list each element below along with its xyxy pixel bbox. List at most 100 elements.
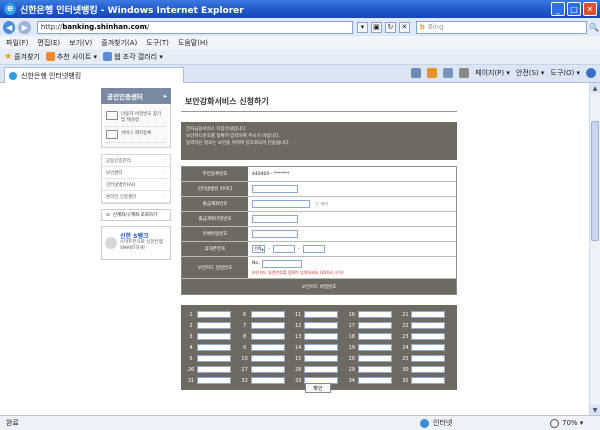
page-menu[interactable]: 페이지(P) ▾: [475, 68, 510, 78]
favorites-button[interactable]: ★ 즐겨찾기: [4, 52, 40, 62]
security-zone[interactable]: 인터넷: [420, 418, 452, 428]
form-label: 인터넷뱅킹 아이디: [182, 182, 248, 196]
card-code-input[interactable]: [250, 322, 285, 329]
scroll-down-button[interactable]: ▼: [590, 405, 600, 415]
sbank-banner[interactable]: 신한 S뱅크 스마트폰으로 신한은행 SMART하게!: [101, 226, 171, 260]
card-code-input[interactable]: [250, 377, 285, 384]
card-code-input[interactable]: [197, 377, 231, 384]
card-cell: 34: [346, 377, 400, 384]
card-serial-input[interactable]: [262, 259, 303, 268]
search-icon[interactable]: 🔍: [589, 21, 600, 33]
minimize-button[interactable]: _: [551, 2, 565, 16]
menu-view[interactable]: 보기(V): [69, 38, 92, 48]
tools-menu[interactable]: 도구(O) ▾: [550, 68, 580, 78]
card-code-input[interactable]: [357, 377, 392, 384]
account-password-input[interactable]: [252, 215, 298, 223]
card-code-input[interactable]: [304, 355, 339, 362]
card-cell: 7: [239, 322, 293, 329]
phone-icon: [105, 237, 117, 249]
mail-icon[interactable]: [443, 68, 454, 78]
fav-web-slice-gallery[interactable]: 웹 조각 갤러리 ▾: [103, 52, 163, 62]
card-code-input[interactable]: [304, 322, 339, 329]
card-code-input[interactable]: [411, 322, 446, 329]
card-code-input[interactable]: [250, 311, 285, 318]
safety-menu[interactable]: 안전(S) ▾: [516, 68, 545, 78]
url-input[interactable]: http://banking.shinhan.com /: [36, 20, 353, 34]
fav-suggested-sites[interactable]: 추천 사이트 ▾: [45, 52, 97, 62]
compat-icon[interactable]: ▣: [370, 21, 382, 33]
account-note: - 는 제외: [313, 201, 329, 206]
vertical-scrollbar[interactable]: ▲ ▼: [589, 83, 600, 415]
sidebar-link[interactable]: 공동인증관리 ›: [102, 155, 170, 167]
phone-last-input[interactable]: [302, 245, 325, 253]
form-label: 이체비밀번호: [182, 227, 248, 241]
sidebar-feature-cancel[interactable]: 서비스 해지등록: [106, 127, 166, 143]
account-input[interactable]: [252, 200, 310, 208]
card-code-input[interactable]: [197, 366, 231, 373]
card-code-input[interactable]: [357, 311, 392, 318]
card-number: 5: [189, 355, 193, 362]
card-code-input[interactable]: [304, 333, 339, 340]
card-code-input[interactable]: [304, 344, 339, 351]
tab-shinhan[interactable]: 신한은행 인터넷뱅킹: [4, 67, 184, 83]
print-icon[interactable]: [459, 68, 470, 78]
card-code-input[interactable]: [357, 322, 392, 329]
card-code-input[interactable]: [250, 344, 285, 351]
confirm-button[interactable]: 확인: [305, 383, 331, 393]
card-code-input[interactable]: [304, 311, 339, 318]
card-code-input[interactable]: [411, 311, 446, 318]
card-code-input[interactable]: [197, 355, 231, 362]
zoom-control[interactable]: 70% ▾: [550, 418, 584, 428]
card-code-input[interactable]: [197, 344, 231, 351]
card-code-input[interactable]: [197, 322, 231, 329]
card-code-input[interactable]: [250, 333, 285, 340]
card-code-input[interactable]: [357, 355, 392, 362]
card-code-input[interactable]: [357, 333, 392, 340]
back-button[interactable]: ◀: [3, 20, 16, 34]
card-code-input[interactable]: [357, 344, 392, 351]
transfer-password-input[interactable]: [252, 230, 298, 238]
card-code-input[interactable]: [250, 366, 285, 373]
forward-button[interactable]: ▶: [18, 20, 31, 34]
zoom-level: 70% ▾: [562, 419, 584, 427]
card-code-input[interactable]: [250, 355, 285, 362]
rss-icon[interactable]: [427, 68, 438, 78]
scroll-up-button[interactable]: ▲: [590, 83, 600, 93]
card-code-input[interactable]: [197, 311, 231, 318]
refresh-icon[interactable]: ↻: [384, 21, 396, 33]
phone-middle-input[interactable]: [273, 245, 296, 253]
menu-favorites[interactable]: 즐겨찾기(A): [101, 38, 137, 48]
account-lookup-label: 신계좌/구계좌 조회하기: [112, 213, 158, 218]
card-code-input[interactable]: [411, 377, 446, 384]
card-code-input[interactable]: [357, 366, 392, 373]
sidebar-link[interactable]: 인터넷뱅킹FAQ ›: [102, 179, 170, 191]
sidebar-feature-password[interactable]: 이용자 비밀번호 찾기 및 재설정: [106, 108, 166, 127]
card-code-input[interactable]: [411, 366, 446, 373]
card-code-input[interactable]: [304, 366, 339, 373]
search-input[interactable]: b Bing: [415, 20, 587, 34]
account-lookup-button[interactable]: ⊙ 신계좌/구계좌 조회하기: [101, 209, 171, 221]
sidebar-header[interactable]: 공인인증센터 ▸: [101, 88, 171, 104]
phone-prefix-select[interactable]: 선택 ▾: [252, 245, 266, 253]
card-code-input[interactable]: [197, 333, 231, 340]
stop-icon[interactable]: ✕: [398, 21, 410, 33]
sidebar-link[interactable]: 온라인 인증센터 ›: [102, 191, 170, 203]
menu-help[interactable]: 도움말(H): [178, 38, 208, 48]
card-cell: 6: [239, 311, 293, 318]
menu-file[interactable]: 파일(F): [6, 38, 28, 48]
close-button[interactable]: ✕: [583, 2, 597, 16]
home-icon[interactable]: [411, 68, 422, 78]
card-code-input[interactable]: [411, 355, 446, 362]
card-cell: 12: [292, 322, 346, 329]
card-code-input[interactable]: [411, 333, 446, 340]
scroll-thumb[interactable]: [591, 121, 599, 241]
notice-line: 보안카드번호를 정확히 입력하여 주시기 바랍니다.: [186, 134, 281, 139]
card-code-input[interactable]: [411, 344, 446, 351]
menu-tools[interactable]: 도구(T): [146, 38, 169, 48]
maximize-button[interactable]: □: [567, 2, 581, 16]
help-icon[interactable]: [586, 68, 596, 78]
sidebar-link[interactable]: 보안센터 ›: [102, 167, 170, 179]
dropdown-icon[interactable]: ▾: [356, 21, 368, 33]
userid-input[interactable]: [252, 185, 298, 193]
menu-edit[interactable]: 편집(E): [37, 38, 60, 48]
